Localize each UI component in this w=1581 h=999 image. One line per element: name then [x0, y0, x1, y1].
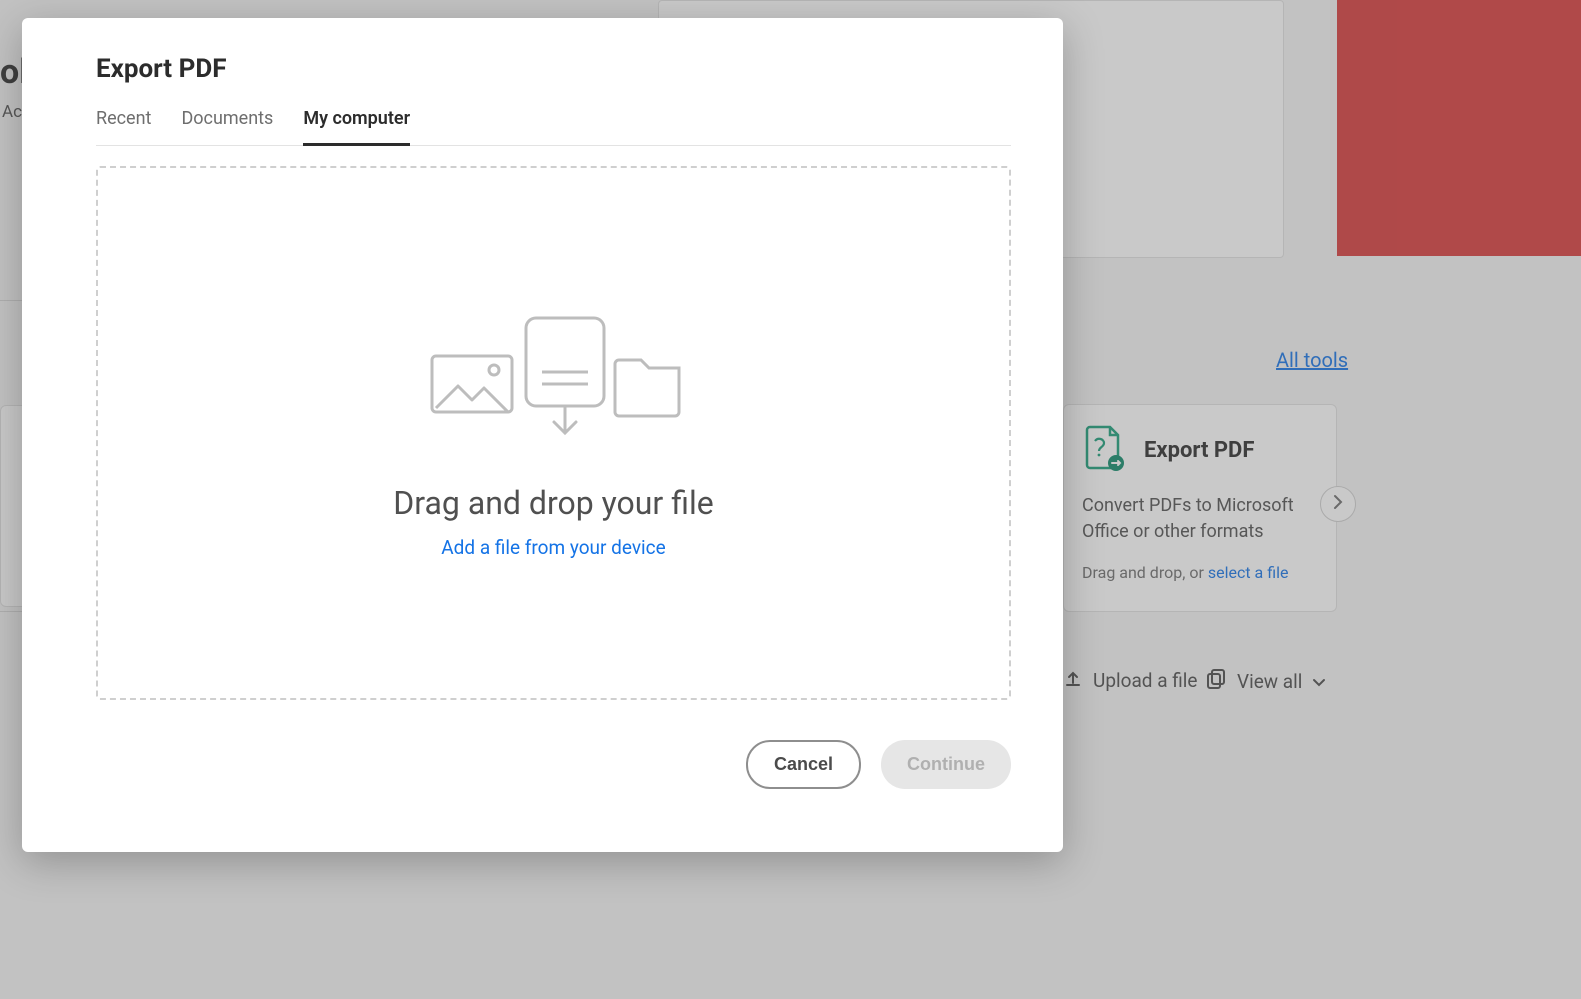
file-dropzone[interactable]: Drag and drop your file Add a file from … [96, 166, 1011, 700]
dropzone-illus-icon [424, 308, 684, 442]
dialog-title: Export PDF [96, 54, 1011, 84]
add-file-link[interactable]: Add a file from your device [441, 536, 665, 559]
source-tabs: Recent Documents My computer [96, 108, 1011, 146]
dropzone-title: Drag and drop your file [393, 484, 713, 522]
continue-button[interactable]: Continue [881, 740, 1011, 789]
tab-my-computer[interactable]: My computer [303, 108, 410, 146]
export-pdf-dialog: Export PDF Recent Documents My computer [22, 18, 1063, 852]
tab-recent[interactable]: Recent [96, 108, 151, 145]
cancel-button[interactable]: Cancel [746, 740, 861, 789]
tab-documents[interactable]: Documents [181, 108, 273, 145]
